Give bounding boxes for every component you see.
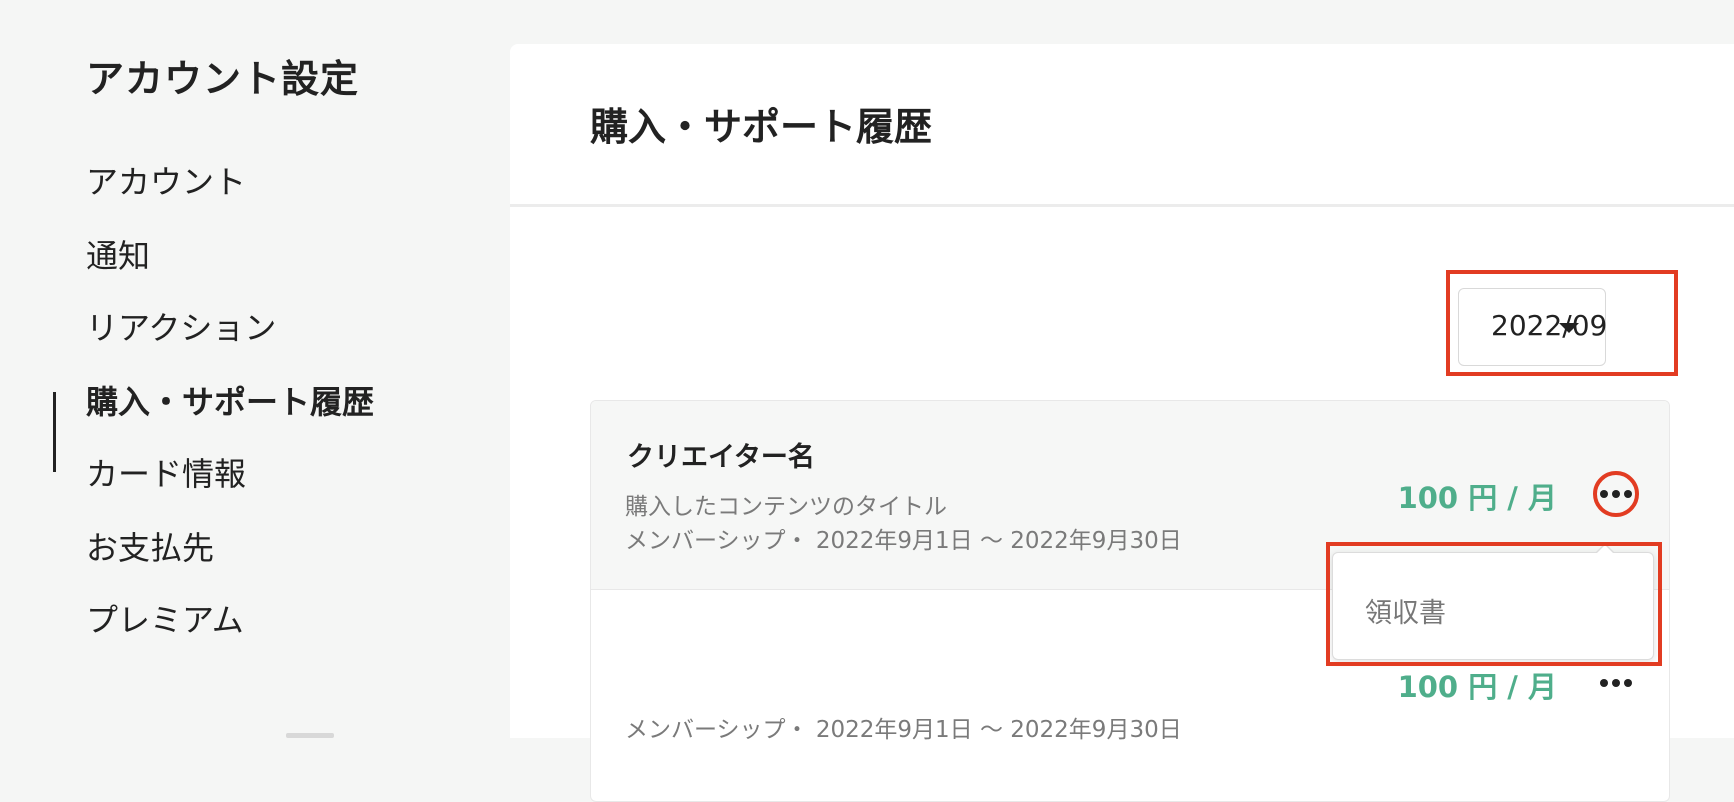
highlight-box-month-select (1446, 270, 1678, 376)
sidebar-item-premium[interactable]: プレミアム (86, 580, 244, 660)
membership-period: メンバーシップ・ 2022年9月1日 〜 2022年9月30日 (625, 528, 1182, 554)
more-horizontal-icon (1600, 490, 1608, 498)
sidebar-item-purchase-history[interactable]: 購入・サポート履歴 (86, 362, 374, 442)
sidebar-item-reactions[interactable]: リアクション (86, 288, 276, 368)
page-header: 購入・サポート履歴 (510, 44, 1734, 207)
scroll-hint (286, 733, 334, 738)
more-options-button[interactable] (1593, 471, 1639, 517)
sidebar-title: アカウント設定 (86, 57, 360, 101)
sidebar-item-account[interactable]: アカウント (86, 142, 246, 222)
active-nav-indicator (53, 392, 56, 472)
sidebar-item-card-info[interactable]: カード情報 (86, 434, 246, 514)
content-title: 購入したコンテンツのタイトル (625, 494, 947, 520)
highlight-box-receipt-menu (1326, 542, 1662, 666)
page-title: 購入・サポート履歴 (590, 105, 933, 149)
creator-name: クリエイター名 (627, 442, 815, 473)
price: 100 円 / 月 (1397, 481, 1557, 515)
settings-sidebar: アカウント設定 アカウント 通知 リアクション 購入・サポート履歴 カード情報 … (0, 0, 508, 738)
main-panel: 購入・サポート履歴 2022/09 クリエイター名 購入したコンテンツのタイトル… (510, 44, 1734, 802)
more-horizontal-icon (1600, 679, 1608, 687)
membership-period: メンバーシップ・ 2022年9月1日 〜 2022年9月30日 (625, 717, 1182, 743)
sidebar-item-notifications[interactable]: 通知 (86, 216, 150, 296)
price: 100 円 / 月 (1397, 670, 1557, 704)
sidebar-item-payout[interactable]: お支払先 (86, 508, 214, 588)
more-options-button[interactable] (1593, 660, 1639, 706)
